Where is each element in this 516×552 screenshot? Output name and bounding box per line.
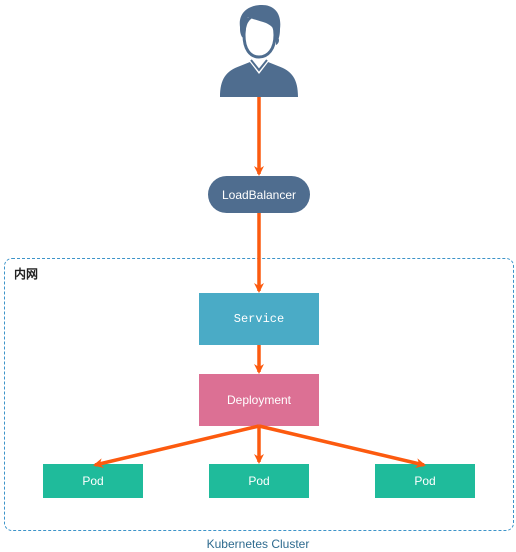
user-icon (220, 5, 298, 97)
service-label: Service (233, 312, 285, 326)
pod-label: Pod (82, 474, 104, 488)
deployment-label: Deployment (226, 393, 292, 407)
deployment-node: Deployment (199, 374, 319, 426)
pod-node-3: Pod (375, 464, 475, 498)
pod-label: Pod (414, 474, 436, 488)
cluster-name-label: Kubernetes Cluster (206, 537, 310, 551)
pod-node-2: Pod (209, 464, 309, 498)
service-node: Service (199, 293, 319, 345)
load-balancer-node: LoadBalancer (208, 176, 310, 213)
network-label: 内网 (14, 267, 39, 281)
pod-node-1: Pod (43, 464, 143, 498)
pod-label: Pod (248, 474, 270, 488)
load-balancer-label: LoadBalancer (221, 187, 297, 202)
